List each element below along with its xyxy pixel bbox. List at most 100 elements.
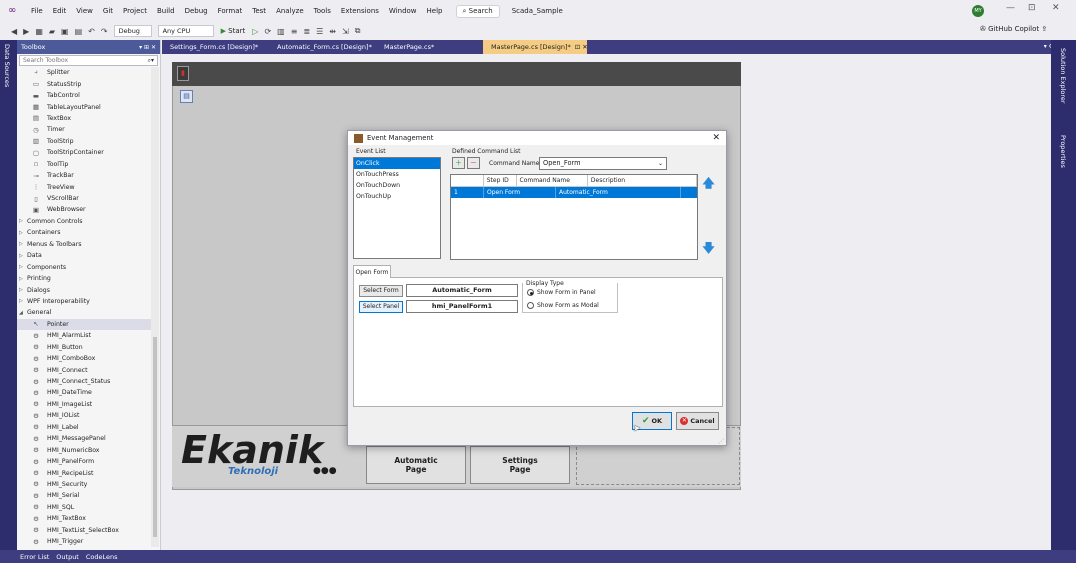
document-tab[interactable]: MasterPage.cs* bbox=[376, 40, 483, 54]
grid-header-command-name[interactable]: Command Name bbox=[516, 175, 588, 187]
menu-item-window[interactable]: Window bbox=[384, 7, 422, 15]
toolbox-item[interactable]: ⚙ HMI_AlarmList bbox=[17, 330, 151, 341]
toolbox-item[interactable]: ⚙ HMI_Connect_Status bbox=[17, 376, 151, 387]
toolbox-category[interactable]: ◢ General bbox=[17, 307, 151, 318]
redo-icon[interactable]: ↷ bbox=[101, 27, 108, 36]
toolbox-item[interactable]: ⚙ HMI_IOList bbox=[17, 410, 151, 421]
maximize-button[interactable]: ⊡ bbox=[1028, 3, 1036, 13]
back-icon[interactable]: ◀ bbox=[11, 27, 17, 36]
toolbox-item[interactable]: ⚙ HMI_MessagePanel bbox=[17, 433, 151, 444]
menu-item-test[interactable]: Test bbox=[247, 7, 271, 15]
toolbox-header-controls[interactable]: ▾ ⊞ ✕ bbox=[139, 44, 156, 51]
toolbox-category[interactable]: ▷ WPF Interoperability bbox=[17, 296, 151, 307]
menu-item-view[interactable]: View bbox=[71, 7, 98, 15]
align-right-icon[interactable]: ☰ bbox=[316, 27, 323, 36]
toolbox-category[interactable]: ▷ Containers bbox=[17, 227, 151, 238]
toolbox-item[interactable]: ⚙ HMI_Button bbox=[17, 342, 151, 353]
toolbox-category[interactable]: ▷ Printing bbox=[17, 273, 151, 284]
toolbox-item[interactable]: ▫ ToolTip bbox=[17, 159, 151, 170]
exit-icon[interactable]: ▮ bbox=[177, 66, 189, 81]
add-command-icon[interactable]: ＋ bbox=[452, 157, 465, 169]
resize-grip-icon[interactable]: ⋰ bbox=[718, 438, 724, 445]
toolbox-item[interactable]: ⚙ HMI_Security bbox=[17, 479, 151, 490]
avatar[interactable]: MY bbox=[972, 5, 984, 17]
toolbox-item[interactable]: ⊸ TrackBar bbox=[17, 170, 151, 181]
toolbox-item[interactable]: ▭ StatusStrip bbox=[17, 78, 151, 89]
menu-item-format[interactable]: Format bbox=[213, 7, 248, 15]
spacing-icon[interactable]: ⇹ bbox=[329, 27, 336, 36]
move-down-button[interactable]: 🡇 bbox=[700, 240, 717, 257]
close-window-button[interactable]: ✕ bbox=[1052, 3, 1060, 13]
toolbox-item[interactable]: ⚙ HMI_Label bbox=[17, 422, 151, 433]
statusbar-tab[interactable]: CodeLens bbox=[86, 553, 118, 561]
toolbox-item[interactable]: ▢ ToolStripContainer bbox=[17, 147, 151, 158]
menu-item-project[interactable]: Project bbox=[118, 7, 152, 15]
list-item[interactable]: OnTouchPress bbox=[354, 169, 440, 180]
layout-icon[interactable]: ▥ bbox=[277, 27, 285, 36]
radio-show-form-as-modal[interactable]: Show Form as Modal bbox=[527, 302, 599, 309]
toolbox-item[interactable]: ▯ VScrollBar bbox=[17, 193, 151, 204]
cancel-button[interactable]: ✕ Cancel bbox=[676, 412, 719, 430]
statusbar-tab[interactable]: Output bbox=[56, 553, 79, 561]
statusbar-tab[interactable]: Error List bbox=[20, 553, 49, 561]
remove-command-icon[interactable]: － bbox=[467, 157, 480, 169]
data-sources-tab[interactable]: Data Sources bbox=[3, 44, 11, 87]
save-all-icon[interactable]: ▤ bbox=[75, 27, 83, 36]
align-left-icon[interactable]: ≡ bbox=[291, 27, 298, 36]
toolbox-item[interactable]: ⫞ Splitter bbox=[17, 67, 151, 78]
toolbox-category[interactable]: ▷ Menus & Toolbars bbox=[17, 239, 151, 250]
menu-item-debug[interactable]: Debug bbox=[180, 7, 213, 15]
toolbox-item[interactable]: ⚙ HMI_ComboBox bbox=[17, 353, 151, 364]
toolbox-item[interactable]: ↖ Pointer bbox=[17, 318, 151, 331]
menu-item-analyze[interactable]: Analyze bbox=[271, 7, 309, 15]
toolbox-item[interactable]: ⚙ HMI_NumericBox bbox=[17, 444, 151, 455]
pin-close-icon[interactable]: ⊡ ✕ bbox=[575, 43, 588, 51]
toolbox-item[interactable]: ⚙ HMI_RecipeList bbox=[17, 467, 151, 478]
toolbox-item[interactable]: ▬ TabControl bbox=[17, 90, 151, 101]
toolbox-item[interactable]: ▥ ToolStrip bbox=[17, 136, 151, 147]
forward-icon[interactable]: ▶ bbox=[23, 27, 29, 36]
toolbox-search-input[interactable]: Search Toolbox ⌕▾ bbox=[19, 55, 158, 66]
start-without-debug-icon[interactable]: ▷ bbox=[252, 27, 258, 36]
toolbox-category[interactable]: ▷ Common Controls bbox=[17, 216, 151, 227]
open-folder-icon[interactable]: ▰ bbox=[49, 27, 55, 36]
toolbox-category[interactable]: ▷ Data bbox=[17, 250, 151, 261]
document-tab[interactable]: Settings_Form.cs [Design]* bbox=[162, 40, 269, 54]
grid-header-description[interactable]: Description bbox=[587, 175, 697, 187]
toolbox-item[interactable]: ⋮ TreeView bbox=[17, 181, 151, 192]
automatic-page-button[interactable]: Automatic Page bbox=[366, 446, 466, 484]
tab-open-form[interactable]: Open Form bbox=[353, 265, 391, 278]
github-copilot-button[interactable]: ✇ GitHub Copilot ⇪ bbox=[980, 25, 1047, 33]
toolbox-item[interactable]: ⚙ HMI_TextList_SelectBox bbox=[17, 525, 151, 536]
toolbox-item[interactable]: ⚙ HMI_TextBox bbox=[17, 513, 151, 524]
order-icon[interactable]: ⧉ bbox=[355, 26, 361, 36]
toolbox-item[interactable]: ▣ WebBrowser bbox=[17, 204, 151, 215]
select-form-button[interactable]: Select Form bbox=[359, 285, 403, 297]
command-grid[interactable]: Step ID Command Name Description 1 Open … bbox=[450, 174, 698, 260]
command-name-select[interactable]: Open_Form ⌄ bbox=[539, 157, 667, 170]
toolbox-item[interactable]: ▤ TextBox bbox=[17, 113, 151, 124]
menu-item-git[interactable]: Git bbox=[98, 7, 118, 15]
toolbox-item[interactable]: ⚙ HMI_ImageList bbox=[17, 399, 151, 410]
table-row[interactable]: 1 Open Form Automatic_Form bbox=[451, 187, 697, 198]
move-up-button[interactable]: 🡅 bbox=[700, 175, 717, 192]
document-tab[interactable]: Automatic_Form.cs [Design]* bbox=[269, 40, 376, 54]
menu-item-build[interactable]: Build bbox=[152, 7, 180, 15]
event-list[interactable]: OnClick OnTouchPress OnTouchDown OnTouchUp bbox=[353, 157, 441, 259]
hot-reload-icon[interactable]: ⟳ bbox=[264, 27, 271, 36]
toolbox-scrollbar[interactable] bbox=[151, 67, 159, 547]
document-tab[interactable]: MasterPage.cs [Design]* ⊡ ✕ bbox=[483, 40, 588, 54]
radio-show-form-in-panel[interactable]: Show Form in Panel bbox=[527, 289, 596, 296]
start-button[interactable]: ▶ Start bbox=[221, 27, 246, 35]
platform-select[interactable]: Any CPU bbox=[157, 25, 214, 37]
list-item[interactable]: OnClick bbox=[354, 158, 440, 169]
new-project-icon[interactable]: ▦ bbox=[35, 27, 43, 36]
toolbox-item[interactable]: ▦ TableLayoutPanel bbox=[17, 101, 151, 112]
toolbox-item[interactable]: ◷ Timer bbox=[17, 124, 151, 135]
menu-item-file[interactable]: File bbox=[26, 7, 48, 15]
toolbox-item[interactable]: ⚙ HMI_Trigger bbox=[17, 536, 151, 547]
toolbox-item[interactable]: ⚙ HMI_Serial bbox=[17, 490, 151, 501]
list-item[interactable]: OnTouchUp bbox=[354, 191, 440, 202]
toolbox-item[interactable]: ⚙ HMI_DateTime bbox=[17, 387, 151, 398]
configuration-select[interactable]: Debug bbox=[113, 25, 152, 37]
